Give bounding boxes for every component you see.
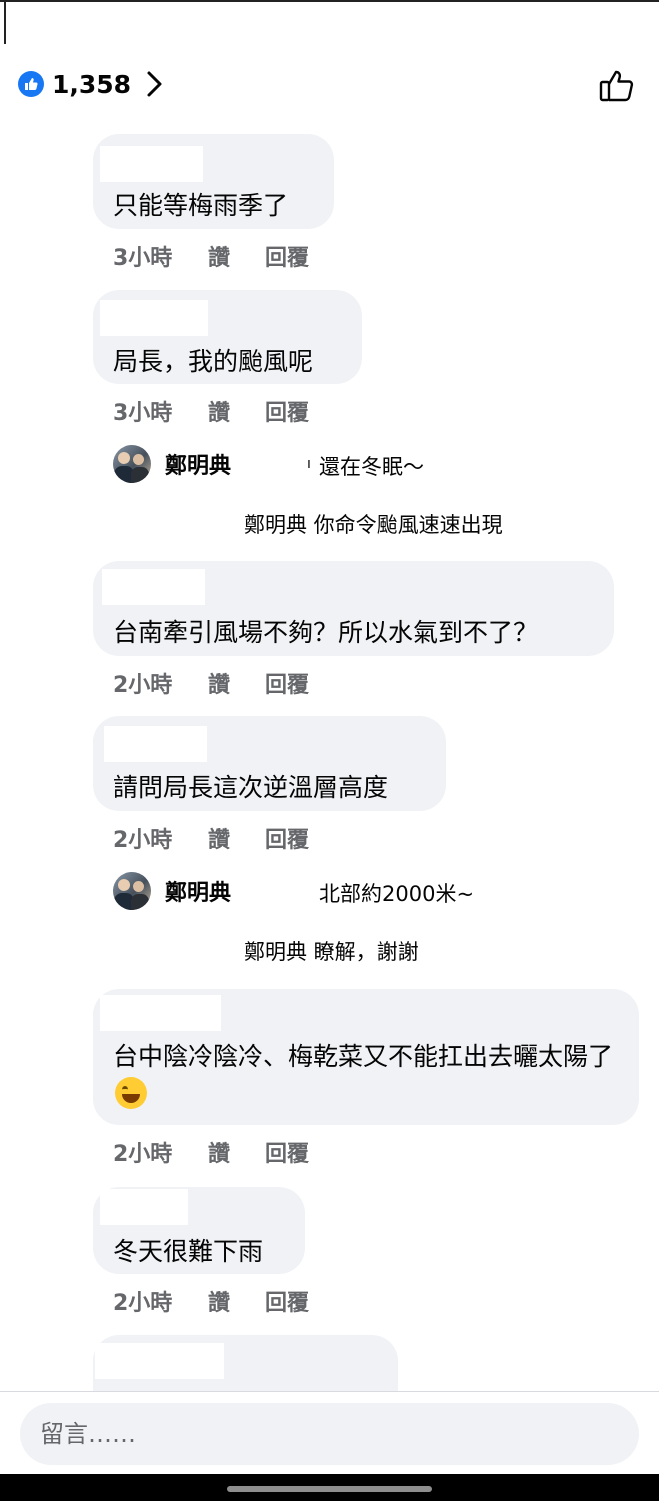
- comment-text: 請問局長這次逆溫層高度: [113, 773, 389, 802]
- redacted-name: [100, 300, 208, 336]
- reaction-count: 1,358: [52, 69, 132, 99]
- comment-text: 台南牽引風場不夠？所以水氣到不了？: [113, 618, 539, 647]
- thumbs-up-outline-icon[interactable]: [598, 66, 636, 104]
- comment-meta: 2小時 讚 回覆: [113, 1285, 309, 1317]
- comment-meta: 2小時 讚 回覆: [113, 822, 309, 854]
- comment-time: 2小時: [113, 1142, 173, 1167]
- comments-screen: 1,358 只能等梅雨季了 3小時 讚 回覆 局長，我的颱風呢 3小時 讚 回覆: [0, 0, 659, 1501]
- comment-time: 2小時: [113, 828, 173, 853]
- redacted-name: [104, 726, 207, 762]
- comment-meta: 2小時 讚 回覆: [113, 667, 309, 699]
- top-divider: [0, 0, 659, 2]
- redacted-name: [100, 995, 221, 1031]
- top-frame-edge: [0, 0, 659, 46]
- comment-text: 只能等梅雨季了: [113, 191, 289, 220]
- reply-author[interactable]: 鄭明典: [165, 448, 231, 480]
- comment-meta: 3小時 讚 回覆: [113, 240, 309, 272]
- comment-text-content: 台中陰冷陰冷、梅乾菜又不能扛出去曬太陽了: [113, 1042, 614, 1071]
- separator-mark: ı: [307, 456, 311, 472]
- reactions-summary[interactable]: 1,358: [18, 66, 165, 102]
- reply-link[interactable]: 回覆: [265, 240, 309, 272]
- reply-text: 北部約2000米~: [319, 882, 475, 906]
- reply-link[interactable]: 回覆: [265, 1136, 309, 1168]
- like-link[interactable]: 讚: [208, 1285, 265, 1317]
- reply-author[interactable]: 鄭明典: [165, 875, 231, 907]
- home-indicator[interactable]: [227, 1486, 432, 1492]
- comment-time: 3小時: [113, 246, 173, 271]
- comment-text: 台中陰冷陰冷、梅乾菜又不能扛出去曬太陽了: [113, 1038, 623, 1114]
- like-link[interactable]: 讚: [208, 822, 265, 854]
- redacted-name: [95, 1343, 224, 1379]
- reply-item[interactable]: 鄭明典: [113, 871, 231, 911]
- reply-item[interactable]: 鄭明典: [113, 444, 231, 484]
- comment-composer[interactable]: [20, 1403, 639, 1465]
- reply-text: 還在冬眠～: [319, 455, 424, 479]
- redacted-name: [100, 1189, 188, 1225]
- like-link[interactable]: 讚: [208, 667, 265, 699]
- avatar[interactable]: [113, 445, 151, 483]
- grinning-sweat-emoji: [115, 1077, 147, 1109]
- reply-link[interactable]: 回覆: [265, 667, 309, 699]
- comment-time: 2小時: [113, 1291, 173, 1316]
- nested-reply[interactable]: 鄭明典 瞭解，謝謝: [244, 936, 419, 966]
- like-reaction-icon: [18, 71, 44, 97]
- comment-time: 3小時: [113, 401, 173, 426]
- redacted-name: [100, 146, 203, 182]
- comment-text: 局長，我的颱風呢: [113, 347, 314, 376]
- chevron-right-icon[interactable]: [145, 69, 165, 99]
- like-link[interactable]: 讚: [208, 240, 265, 272]
- redacted-name: [102, 569, 205, 605]
- like-link[interactable]: 讚: [208, 395, 265, 427]
- avatar[interactable]: [113, 872, 151, 910]
- comment-input[interactable]: [40, 1417, 600, 1451]
- reply-link[interactable]: 回覆: [265, 1285, 309, 1317]
- comment-time: 2小時: [113, 673, 173, 698]
- reply-link[interactable]: 回覆: [265, 822, 309, 854]
- left-edge-line: [4, 0, 6, 44]
- comment-meta: 3小時 讚 回覆: [113, 395, 309, 427]
- like-link[interactable]: 讚: [208, 1136, 265, 1168]
- comment-text: 冬天很難下雨: [113, 1237, 264, 1266]
- nested-reply[interactable]: 鄭明典 你命令颱風速速出現: [244, 509, 503, 539]
- reply-link[interactable]: 回覆: [265, 395, 309, 427]
- comment-meta: 2小時 讚 回覆: [113, 1136, 309, 1168]
